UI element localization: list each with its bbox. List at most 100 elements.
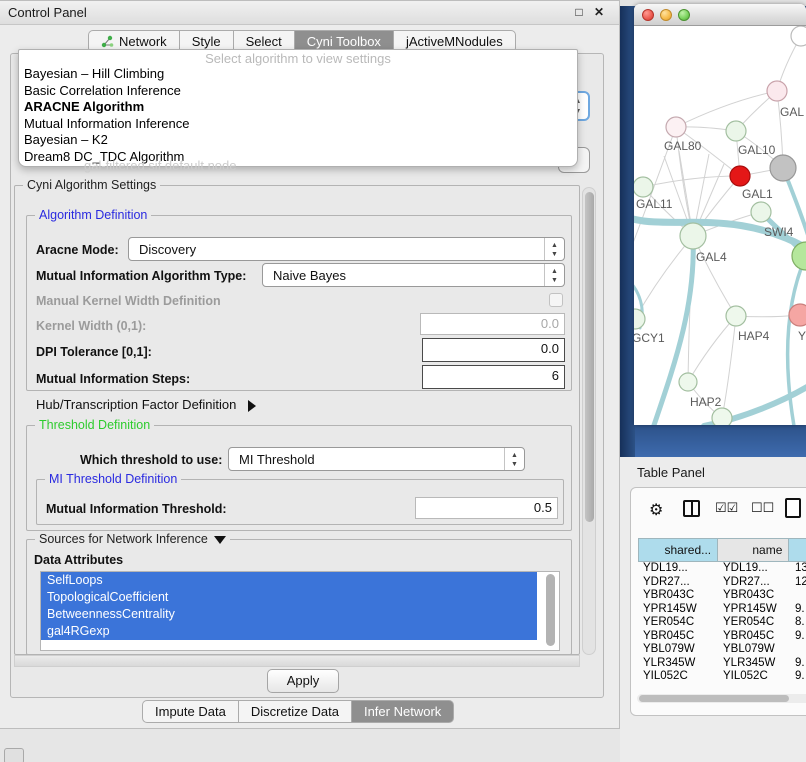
node-label: GCY1 xyxy=(634,331,665,345)
dpi-tolerance-field[interactable]: 0.0 xyxy=(422,338,565,362)
sources-group-title[interactable]: Sources for Network Inference xyxy=(35,532,230,546)
node-hap4[interactable] xyxy=(726,306,746,326)
sources-title-text: Sources for Network Inference xyxy=(39,532,208,546)
cell: YER054C xyxy=(718,616,790,630)
node-gal4[interactable] xyxy=(680,223,706,249)
cell: YIL052C xyxy=(718,670,790,684)
mac-zoom-icon[interactable] xyxy=(678,9,690,21)
node-gray[interactable] xyxy=(770,155,796,181)
algorithm-option[interactable]: Bayesian – K2 xyxy=(19,132,577,149)
algorithm-option[interactable]: Mutual Information Inference xyxy=(19,116,577,133)
bottom-tabs: Impute Data Discretize Data Infer Networ… xyxy=(142,700,454,723)
table-header-row: shared... name xyxy=(638,538,806,562)
gear-icon[interactable]: ⚙ xyxy=(649,500,663,520)
table-row[interactable]: YBR043CYBR043C xyxy=(638,589,806,603)
checked-checkboxes-icon[interactable]: ☑☑ xyxy=(715,500,738,516)
kernel-width-field[interactable]: 0.0 xyxy=(420,313,565,335)
tab-infer-network[interactable]: Infer Network xyxy=(351,700,454,723)
tab-impute-data[interactable]: Impute Data xyxy=(142,700,238,723)
column-header-shared-name[interactable]: shared... xyxy=(639,539,718,561)
cell: YBR045C xyxy=(718,630,790,644)
manual-kernel-width-checkbox[interactable] xyxy=(549,293,563,307)
columns-icon[interactable] xyxy=(683,500,700,517)
algorithm-option-aracne[interactable]: ARACNE Algorithm xyxy=(19,99,577,116)
node-unlabeled[interactable] xyxy=(791,26,806,46)
cell: 12 xyxy=(790,576,806,590)
table-row[interactable]: YBR045CYBR045C9. xyxy=(638,630,806,644)
mac-minimize-icon[interactable] xyxy=(660,9,672,21)
table-horizontal-scrollbar[interactable] xyxy=(637,694,806,703)
column-header-partial[interactable] xyxy=(789,539,806,561)
network-canvas[interactable]: GAL GAL80 GAL10 GAL1 GAL11 SWI4 GAL4 GCY… xyxy=(634,26,806,425)
hub-definition-expander[interactable]: Hub/Transcription Factor Definition xyxy=(36,397,256,412)
node-gal-partial[interactable] xyxy=(767,81,787,101)
mi-steps-field[interactable]: 6 xyxy=(422,365,565,389)
settings-vertical-scrollbar-thumb[interactable] xyxy=(585,192,594,522)
aracne-mode-value: Discovery xyxy=(139,242,196,257)
float-window-icon[interactable]: □ xyxy=(571,4,587,20)
attribute-item[interactable]: BetweennessCentrality xyxy=(41,606,537,623)
apply-button[interactable]: Apply xyxy=(267,669,339,693)
cell: YDR27... xyxy=(718,576,790,590)
unchecked-checkboxes-icon[interactable]: ☐☐ xyxy=(751,500,774,516)
table-row[interactable]: YIL052CYIL052C9. xyxy=(638,670,806,684)
aracne-mode-select[interactable]: Discovery ▲▼ xyxy=(128,237,565,261)
table-row[interactable]: YDR27...YDR27...12 xyxy=(638,576,806,590)
tab-discretize-data[interactable]: Discretize Data xyxy=(238,700,351,723)
table-row[interactable]: YDL19...YDL19...13 xyxy=(638,562,806,576)
table-row[interactable]: YER054CYER054C8. xyxy=(638,616,806,630)
mi-algorithm-type-select[interactable]: Naive Bayes ▲▼ xyxy=(262,263,565,287)
node-swi4[interactable] xyxy=(751,202,771,222)
network-node-labels: GAL GAL80 GAL10 GAL1 GAL11 SWI4 GAL4 GCY… xyxy=(634,105,806,409)
attribute-item[interactable]: SelfLoops xyxy=(41,572,537,589)
close-icon[interactable]: ✕ xyxy=(591,4,607,20)
list-scrollbar-thumb[interactable] xyxy=(546,574,555,646)
table-body[interactable]: YDL19...YDL19...13 YDR27...YDR27...12 YB… xyxy=(638,562,806,684)
mi-threshold-field[interactable]: 0.5 xyxy=(415,497,558,519)
column-header-name[interactable]: name xyxy=(718,539,789,561)
threshold-definition-title: Threshold Definition xyxy=(35,418,154,432)
algorithm-option[interactable]: Bayesian – Hill Climbing xyxy=(19,66,577,83)
control-panel-titlebar: Control Panel □ ✕ xyxy=(0,1,619,25)
table-row[interactable]: YLR345WYLR345W9. xyxy=(638,657,806,671)
cell: 9. xyxy=(790,670,806,684)
attribute-item[interactable]: gal4RGexp xyxy=(41,623,537,640)
table-panel-area: Table Panel ⚙ ☑☑ ☐☐ shared... name YDL19… xyxy=(620,457,806,762)
hub-definition-label: Hub/Transcription Factor Definition xyxy=(36,397,236,412)
node-label: HAP4 xyxy=(738,329,770,343)
control-panel-window: Control Panel □ ✕ Network Style Select C… xyxy=(0,0,620,729)
cell xyxy=(790,643,806,657)
node-gal1[interactable] xyxy=(730,166,750,186)
settings-vertical-scrollbar[interactable] xyxy=(582,187,596,655)
attribute-item[interactable]: TopologicalCoefficient xyxy=(41,589,537,606)
table-row[interactable]: YBL079WYBL079W xyxy=(638,643,806,657)
table-row[interactable]: YPR145WYPR145W9. xyxy=(638,603,806,617)
cell xyxy=(790,589,806,603)
node-gal80[interactable] xyxy=(666,117,686,137)
node-gal10[interactable] xyxy=(726,121,746,141)
algorithm-option[interactable]: Basic Correlation Inference xyxy=(19,83,577,100)
settings-horizontal-scrollbar[interactable] xyxy=(14,655,580,667)
document-icon[interactable] xyxy=(785,498,801,518)
network-view-window[interactable]: GAL GAL80 GAL10 GAL1 GAL11 SWI4 GAL4 GCY… xyxy=(634,4,806,425)
expander-down-icon xyxy=(214,536,226,544)
spinner-arrows-icon: ▲▼ xyxy=(544,264,564,286)
node-salmon[interactable] xyxy=(789,304,806,326)
network-window-titlebar[interactable] xyxy=(634,4,806,26)
node-gal11[interactable] xyxy=(634,177,653,197)
tab-discretize-data-label: Discretize Data xyxy=(251,701,339,722)
mac-close-icon[interactable] xyxy=(642,9,654,21)
data-attributes-list[interactable]: SelfLoops TopologicalCoefficient Between… xyxy=(40,571,560,651)
node-label: GAL10 xyxy=(738,143,776,157)
cell: YER054C xyxy=(638,616,718,630)
collapsed-panel-icon[interactable] xyxy=(4,748,24,762)
spinner-arrows-icon: ▲▼ xyxy=(504,448,524,470)
node-label: SWI4 xyxy=(764,225,794,239)
node-hap2[interactable] xyxy=(679,373,697,391)
which-threshold-select[interactable]: MI Threshold ▲▼ xyxy=(228,447,525,471)
cell: YBR043C xyxy=(718,589,790,603)
table-horizontal-scrollbar-thumb[interactable] xyxy=(639,695,789,702)
expander-right-icon xyxy=(248,400,256,412)
algorithm-definition-title: Algorithm Definition xyxy=(35,208,151,222)
node-bottom[interactable] xyxy=(712,408,732,425)
